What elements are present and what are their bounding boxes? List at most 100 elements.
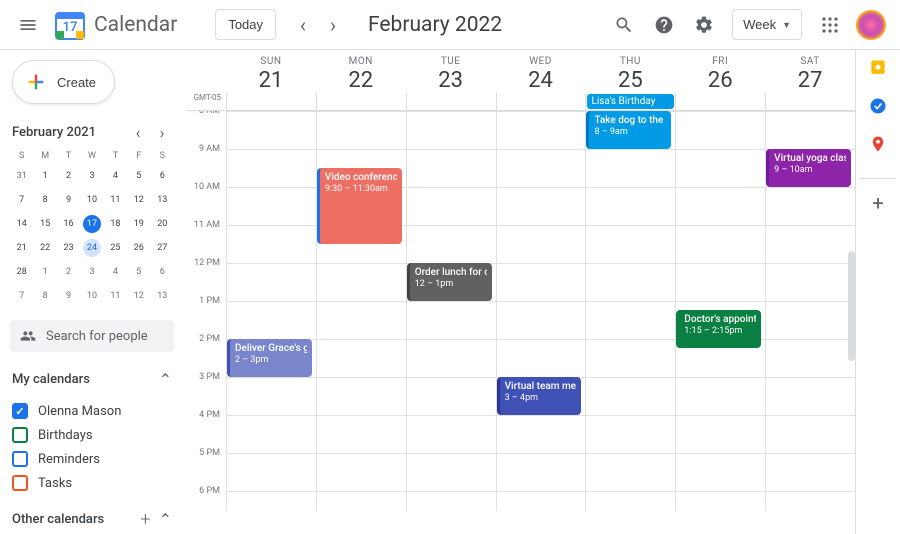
day-header[interactable]: SUN21	[226, 50, 316, 93]
time-cell[interactable]	[496, 492, 586, 511]
mini-day[interactable]: 11	[104, 284, 127, 308]
day-header[interactable]: WED24	[496, 50, 586, 93]
time-cell[interactable]	[675, 492, 765, 511]
mini-next-button[interactable]: ›	[152, 122, 172, 142]
other-calendars-header[interactable]: Other calendars + ⌃	[10, 505, 174, 534]
mini-day[interactable]: 5	[127, 260, 150, 284]
time-cell[interactable]	[765, 188, 855, 225]
time-cell[interactable]	[316, 264, 406, 301]
time-cell[interactable]	[496, 112, 586, 149]
time-cell[interactable]	[496, 150, 586, 187]
mini-day[interactable]: 25	[104, 236, 127, 260]
settings-button[interactable]	[686, 7, 722, 43]
calendar-checkbox[interactable]	[12, 403, 28, 419]
time-cell[interactable]	[585, 302, 675, 339]
time-cell[interactable]	[765, 302, 855, 339]
time-cell[interactable]	[765, 112, 855, 149]
time-cell[interactable]	[226, 188, 316, 225]
time-cell[interactable]	[406, 302, 496, 339]
time-cell[interactable]	[316, 378, 406, 415]
time-cell[interactable]	[406, 492, 496, 511]
time-cell[interactable]	[316, 416, 406, 453]
time-cell[interactable]	[226, 226, 316, 263]
time-cell[interactable]	[675, 188, 765, 225]
day-header[interactable]: SAT27	[765, 50, 855, 93]
day-header[interactable]: THU25	[585, 50, 675, 93]
time-cell[interactable]	[765, 378, 855, 415]
mini-day[interactable]: 3	[80, 260, 103, 284]
my-calendars-header[interactable]: My calendars ⌃	[10, 366, 174, 393]
time-cell[interactable]	[496, 188, 586, 225]
calendar-checkbox[interactable]	[12, 427, 28, 443]
calendar-event[interactable]: Doctor's appoint1:15 – 2:15pm	[676, 310, 761, 348]
time-cell[interactable]	[585, 264, 675, 301]
calendar-checkbox[interactable]	[12, 475, 28, 491]
time-cell[interactable]	[675, 378, 765, 415]
time-cell[interactable]	[406, 416, 496, 453]
mini-day[interactable]: 26	[127, 236, 150, 260]
time-cell[interactable]	[675, 416, 765, 453]
time-cell[interactable]	[585, 226, 675, 263]
time-cell[interactable]	[226, 112, 316, 149]
calendar-event[interactable]: Order lunch for o12 – 1pm	[407, 263, 492, 301]
time-cell[interactable]	[226, 454, 316, 491]
main-menu-button[interactable]	[8, 5, 48, 45]
time-cell[interactable]	[226, 492, 316, 511]
time-cell[interactable]	[765, 416, 855, 453]
calendar-item[interactable]: Tasks	[10, 471, 174, 495]
time-cell[interactable]	[226, 378, 316, 415]
time-grid[interactable]: 8 AM9 AM10 AM11 AM12 PM1 PM2 PM3 PM4 PM5…	[186, 111, 855, 511]
time-cell[interactable]	[675, 454, 765, 491]
mini-day[interactable]: 6	[151, 260, 174, 284]
time-cell[interactable]	[585, 150, 675, 187]
mini-prev-button[interactable]: ‹	[128, 122, 148, 142]
time-cell[interactable]	[765, 340, 855, 377]
today-button[interactable]: Today	[215, 9, 276, 40]
mini-day[interactable]: 2	[57, 164, 80, 188]
mini-day[interactable]: 28	[10, 260, 33, 284]
time-cell[interactable]	[585, 492, 675, 511]
add-calendar-button[interactable]: +	[140, 509, 150, 530]
time-cell[interactable]	[406, 150, 496, 187]
time-cell[interactable]	[316, 340, 406, 377]
account-avatar[interactable]	[856, 10, 886, 40]
mini-day[interactable]: 5	[127, 164, 150, 188]
time-cell[interactable]	[226, 416, 316, 453]
mini-day[interactable]: 27	[151, 236, 174, 260]
time-cell[interactable]	[316, 492, 406, 511]
mini-day[interactable]: 15	[33, 212, 56, 236]
mini-day[interactable]: 1	[33, 260, 56, 284]
time-cell[interactable]	[226, 150, 316, 187]
mini-day[interactable]: 9	[57, 284, 80, 308]
calendar-event[interactable]: Take dog to the8 – 9am	[586, 111, 671, 149]
time-cell[interactable]	[585, 188, 675, 225]
keep-icon[interactable]	[868, 58, 888, 78]
mini-day[interactable]: 16	[57, 212, 80, 236]
google-apps-button[interactable]	[812, 7, 848, 43]
allday-cell[interactable]	[675, 93, 765, 110]
mini-day[interactable]: 6	[151, 164, 174, 188]
calendar-item[interactable]: Reminders	[10, 447, 174, 471]
time-cell[interactable]	[406, 188, 496, 225]
allday-cell[interactable]	[496, 93, 586, 110]
time-cell[interactable]	[585, 416, 675, 453]
time-cell[interactable]	[406, 378, 496, 415]
time-cell[interactable]	[675, 226, 765, 263]
mini-day[interactable]: 7	[10, 284, 33, 308]
time-cell[interactable]	[675, 150, 765, 187]
mini-day[interactable]: 14	[10, 212, 33, 236]
maps-icon[interactable]	[868, 134, 888, 154]
mini-day[interactable]: 21	[10, 236, 33, 260]
mini-day[interactable]: 3	[80, 164, 103, 188]
time-cell[interactable]	[316, 302, 406, 339]
allday-cell[interactable]	[406, 93, 496, 110]
mini-day[interactable]: 7	[10, 188, 33, 212]
mini-day[interactable]: 4	[104, 260, 127, 284]
mini-day[interactable]: 8	[33, 188, 56, 212]
time-cell[interactable]	[226, 264, 316, 301]
day-header[interactable]: FRI26	[675, 50, 765, 93]
time-cell[interactable]	[496, 454, 586, 491]
time-cell[interactable]	[765, 454, 855, 491]
calendar-event[interactable]: Video conference9:30 – 11:30am	[317, 168, 402, 244]
mini-day[interactable]: 22	[33, 236, 56, 260]
